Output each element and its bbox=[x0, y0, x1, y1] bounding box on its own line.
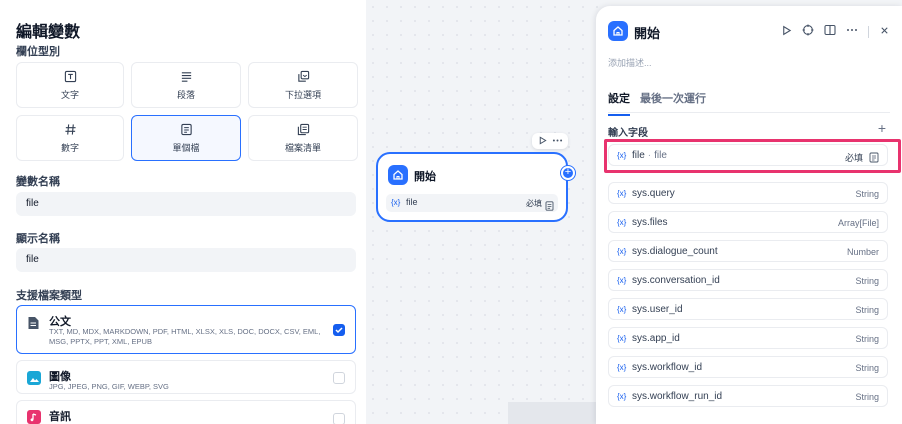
sys-var-type: String bbox=[855, 392, 879, 402]
document-type-icon bbox=[27, 316, 41, 330]
tab-divider bbox=[608, 112, 890, 113]
field-type-label-number: 數字 bbox=[60, 142, 79, 153]
home-icon bbox=[608, 21, 628, 41]
sys-var-name: sys.dialogue_count bbox=[632, 246, 718, 257]
display-name-label: 顯示名稱 bbox=[16, 233, 60, 245]
sys-var-row: {x} sys.workflow_run_id String bbox=[608, 385, 888, 407]
start-node[interactable]: 開始 {x} file 必填 bbox=[376, 152, 568, 222]
variable-icon: {x} bbox=[617, 276, 627, 285]
sys-var-name: sys.user_id bbox=[632, 304, 683, 315]
sys-var-name: sys.files bbox=[632, 217, 668, 228]
sys-var-type: String bbox=[855, 363, 879, 373]
field-type-paragraph[interactable]: 段落 bbox=[131, 62, 241, 108]
file-type-extensions: TXT, MD, MDX, MARKDOWN, PDF, HTML, XLSX,… bbox=[49, 327, 321, 346]
edit-variable-panel: 編輯變數 欄位型別 文字 段落 下拉選項 數字 單個檔 檔案清單 變數名稱 fi… bbox=[0, 0, 366, 424]
file-list-icon bbox=[296, 123, 310, 137]
file-type-name: 音訊 bbox=[49, 411, 71, 423]
sys-var-row: {x} sys.workflow_id String bbox=[608, 356, 888, 378]
node-variable-row: {x} file 必填 bbox=[386, 194, 558, 212]
variable-name: file bbox=[406, 197, 418, 207]
input-fields-label: 輸入字段 bbox=[608, 128, 648, 139]
target-icon[interactable] bbox=[802, 23, 814, 41]
sys-var-row: {x} sys.files Array[File] bbox=[608, 211, 888, 233]
panel-actions bbox=[781, 23, 890, 41]
document-icon bbox=[179, 123, 193, 137]
file-type-checkbox-image[interactable] bbox=[333, 372, 345, 384]
variable-name-input[interactable]: file bbox=[16, 192, 356, 216]
run-icon[interactable] bbox=[781, 23, 792, 41]
sys-var-type: String bbox=[855, 334, 879, 344]
hash-icon bbox=[63, 123, 77, 137]
field-type-single-file[interactable]: 單個檔 bbox=[131, 115, 241, 161]
required-label: 必填 bbox=[526, 199, 542, 208]
field-type-label-file-list: 檔案清單 bbox=[284, 142, 321, 153]
variable-icon: {x} bbox=[617, 247, 627, 256]
field-type-file-list[interactable]: 檔案清單 bbox=[248, 115, 358, 161]
panel-title[interactable]: 開始 bbox=[634, 23, 660, 42]
display-name-input[interactable]: file bbox=[16, 248, 356, 272]
file-type-image[interactable]: 圖像 JPG, JPEG, PNG, GIF, WEBP, SVG bbox=[16, 360, 356, 394]
file-type-document[interactable]: 公文 TXT, MD, MDX, MARKDOWN, PDF, HTML, XL… bbox=[16, 305, 356, 354]
sys-var-name: sys.workflow_id bbox=[632, 362, 703, 373]
file-type-checkbox-audio[interactable] bbox=[333, 413, 345, 424]
field-type-dropdown[interactable]: 下拉選項 bbox=[248, 62, 358, 108]
variable-icon: {x} bbox=[391, 198, 401, 207]
field-type-grid: 文字 段落 下拉選項 數字 單個檔 檔案清單 bbox=[16, 62, 358, 161]
variable-icon: {x} bbox=[617, 189, 627, 198]
field-type-number[interactable]: 數字 bbox=[16, 115, 124, 161]
add-field-icon[interactable]: + bbox=[878, 120, 886, 136]
file-type-checkbox-document[interactable] bbox=[333, 324, 345, 336]
sys-var-name: sys.query bbox=[632, 188, 675, 199]
sys-var-row: {x} sys.query String bbox=[608, 182, 888, 204]
sys-var-name: sys.app_id bbox=[632, 333, 680, 344]
text-box-icon bbox=[63, 70, 77, 84]
highlight-box bbox=[604, 139, 901, 173]
more-icon[interactable] bbox=[552, 132, 563, 150]
variable-icon: {x} bbox=[617, 218, 627, 227]
file-type-extensions: JPG, JPEG, PNG, GIF, WEBP, SVG bbox=[49, 382, 169, 391]
variable-icon: {x} bbox=[617, 305, 627, 314]
variable-icon: {x} bbox=[617, 334, 627, 343]
variable-icon: {x} bbox=[617, 363, 627, 372]
sys-var-name: sys.conversation_id bbox=[632, 275, 720, 286]
sys-var-row: {x} sys.user_id String bbox=[608, 298, 888, 320]
variable-name-label: 變數名稱 bbox=[16, 176, 60, 188]
supported-file-types-label: 支援檔案類型 bbox=[16, 290, 82, 302]
split-view-icon[interactable] bbox=[824, 23, 836, 41]
sys-var-type: String bbox=[855, 189, 879, 199]
sys-var-name: sys.workflow_run_id bbox=[632, 391, 723, 402]
field-type-label-text: 文字 bbox=[60, 89, 79, 100]
close-icon[interactable] bbox=[879, 23, 890, 41]
document-icon bbox=[545, 198, 554, 216]
sys-var-row: {x} sys.dialogue_count Number bbox=[608, 240, 888, 262]
sys-var-type: String bbox=[855, 305, 879, 315]
variable-icon: {x} bbox=[617, 392, 627, 401]
panel-title: 編輯變數 bbox=[16, 24, 81, 41]
node-title: 開始 bbox=[414, 171, 436, 183]
file-type-audio[interactable]: 音訊 bbox=[16, 400, 356, 424]
node-toolbar bbox=[532, 133, 568, 149]
field-type-label-dropdown: 下拉選項 bbox=[284, 89, 321, 100]
divider bbox=[868, 26, 869, 38]
image-type-icon bbox=[27, 371, 41, 385]
node-config-panel: 開始 添加描述... 設定 最後一次運行 輸入字段 + {x} file · fil… bbox=[596, 6, 902, 424]
field-type-label: 欄位型別 bbox=[16, 46, 60, 58]
sys-var-type: Number bbox=[846, 247, 879, 257]
play-icon[interactable] bbox=[538, 132, 547, 150]
sys-var-type: Array[File] bbox=[837, 218, 879, 228]
field-type-label-single-file: 單個檔 bbox=[172, 142, 200, 153]
canvas-element-partial bbox=[508, 402, 598, 424]
dropdown-options-icon bbox=[296, 70, 310, 84]
paragraph-icon bbox=[179, 70, 193, 84]
home-icon bbox=[388, 165, 408, 185]
field-type-label-paragraph: 段落 bbox=[176, 89, 195, 100]
audio-type-icon bbox=[27, 410, 41, 424]
add-next-node-button[interactable]: + bbox=[561, 166, 575, 180]
sys-var-type: String bbox=[855, 276, 879, 286]
field-type-text[interactable]: 文字 bbox=[16, 62, 124, 108]
description-input[interactable]: 添加描述... bbox=[608, 56, 652, 69]
sys-var-row: {x} sys.app_id String bbox=[608, 327, 888, 349]
sys-var-row: {x} sys.conversation_id String bbox=[608, 269, 888, 291]
more-icon[interactable] bbox=[846, 23, 858, 41]
